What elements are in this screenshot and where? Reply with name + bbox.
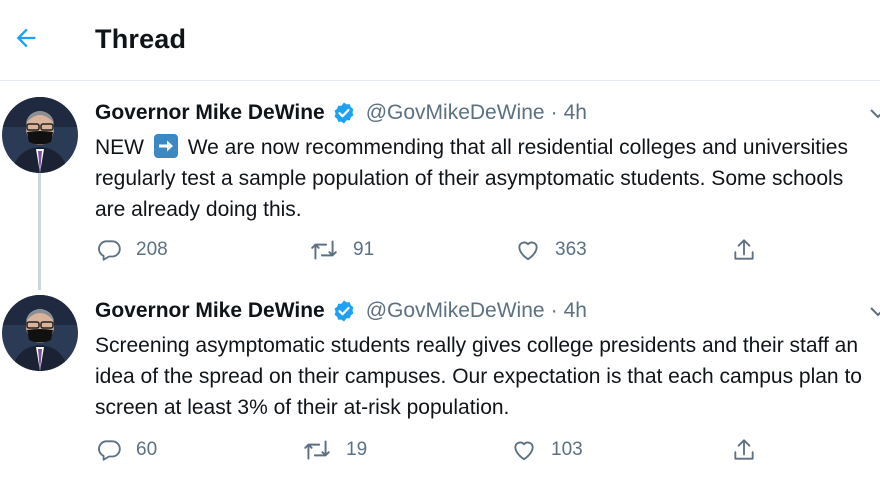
author-name[interactable]: Governor Mike DeWine <box>95 299 325 323</box>
retweet-count: 91 <box>353 239 375 260</box>
tweet-text-prefix: NEW <box>95 136 144 159</box>
tweet[interactable]: Governor Mike DeWine @GovMikeDeWine · 4h… <box>0 81 880 286</box>
reply-icon <box>98 240 121 261</box>
thread-header: Thread <box>0 0 880 81</box>
heart-icon <box>514 441 534 461</box>
reply-icon <box>98 440 121 461</box>
like-count: 103 <box>551 439 583 460</box>
reply-button[interactable]: 208 <box>96 235 168 265</box>
tweet-header: Governor Mike DeWine @GovMikeDeWine · 4h <box>95 296 587 326</box>
like-count: 363 <box>555 239 587 260</box>
timestamp[interactable]: 4h <box>564 101 587 125</box>
like-button[interactable]: 363 <box>515 235 587 265</box>
like-button[interactable]: 103 <box>511 435 583 465</box>
avatar[interactable] <box>2 97 78 173</box>
right-arrow-emoji-icon <box>153 134 178 158</box>
retweet-count: 19 <box>346 439 368 460</box>
tweet-text: NEW We are now recommending that all res… <box>95 132 875 225</box>
tweet-text-body: We are now recommending that all residen… <box>95 136 848 221</box>
tweet[interactable]: Governor Mike DeWine @GovMikeDeWine · 4h… <box>0 286 880 482</box>
tweet-header: Governor Mike DeWine @GovMikeDeWine · 4h <box>95 98 587 128</box>
author-handle[interactable]: @GovMikeDeWine <box>366 299 545 323</box>
share-icon <box>734 439 754 460</box>
share-button[interactable] <box>731 235 771 265</box>
reply-button[interactable]: 60 <box>96 435 157 465</box>
timestamp[interactable]: 4h <box>564 299 587 323</box>
back-arrow-icon <box>12 24 40 57</box>
page-title: Thread <box>95 24 187 54</box>
heart-icon <box>518 241 538 261</box>
tweet-actions: 60 19 103 <box>0 435 880 465</box>
tweet-text: Screening asymptomatic students really g… <box>95 334 862 419</box>
retweet-icon <box>311 240 337 260</box>
author-name[interactable]: Governor Mike DeWine <box>95 101 325 125</box>
retweet-button[interactable]: 19 <box>302 435 367 465</box>
retweet-button[interactable]: 91 <box>309 235 374 265</box>
author-handle[interactable]: @GovMikeDeWine <box>366 101 545 125</box>
share-icon <box>734 239 754 260</box>
verified-badge-icon <box>332 101 356 125</box>
reply-count: 208 <box>136 239 168 260</box>
retweet-icon <box>304 440 330 460</box>
verified-badge-icon <box>332 299 356 323</box>
more-options-chevron-icon[interactable] <box>866 299 880 323</box>
tweet-actions: 208 91 363 <box>0 235 880 265</box>
reply-count: 60 <box>136 439 158 460</box>
separator-dot: · <box>550 299 558 322</box>
more-options-chevron-icon[interactable] <box>866 101 880 125</box>
back-button[interactable] <box>8 22 44 58</box>
avatar[interactable] <box>2 295 78 371</box>
share-button[interactable] <box>731 435 771 465</box>
separator-dot: · <box>550 101 558 124</box>
